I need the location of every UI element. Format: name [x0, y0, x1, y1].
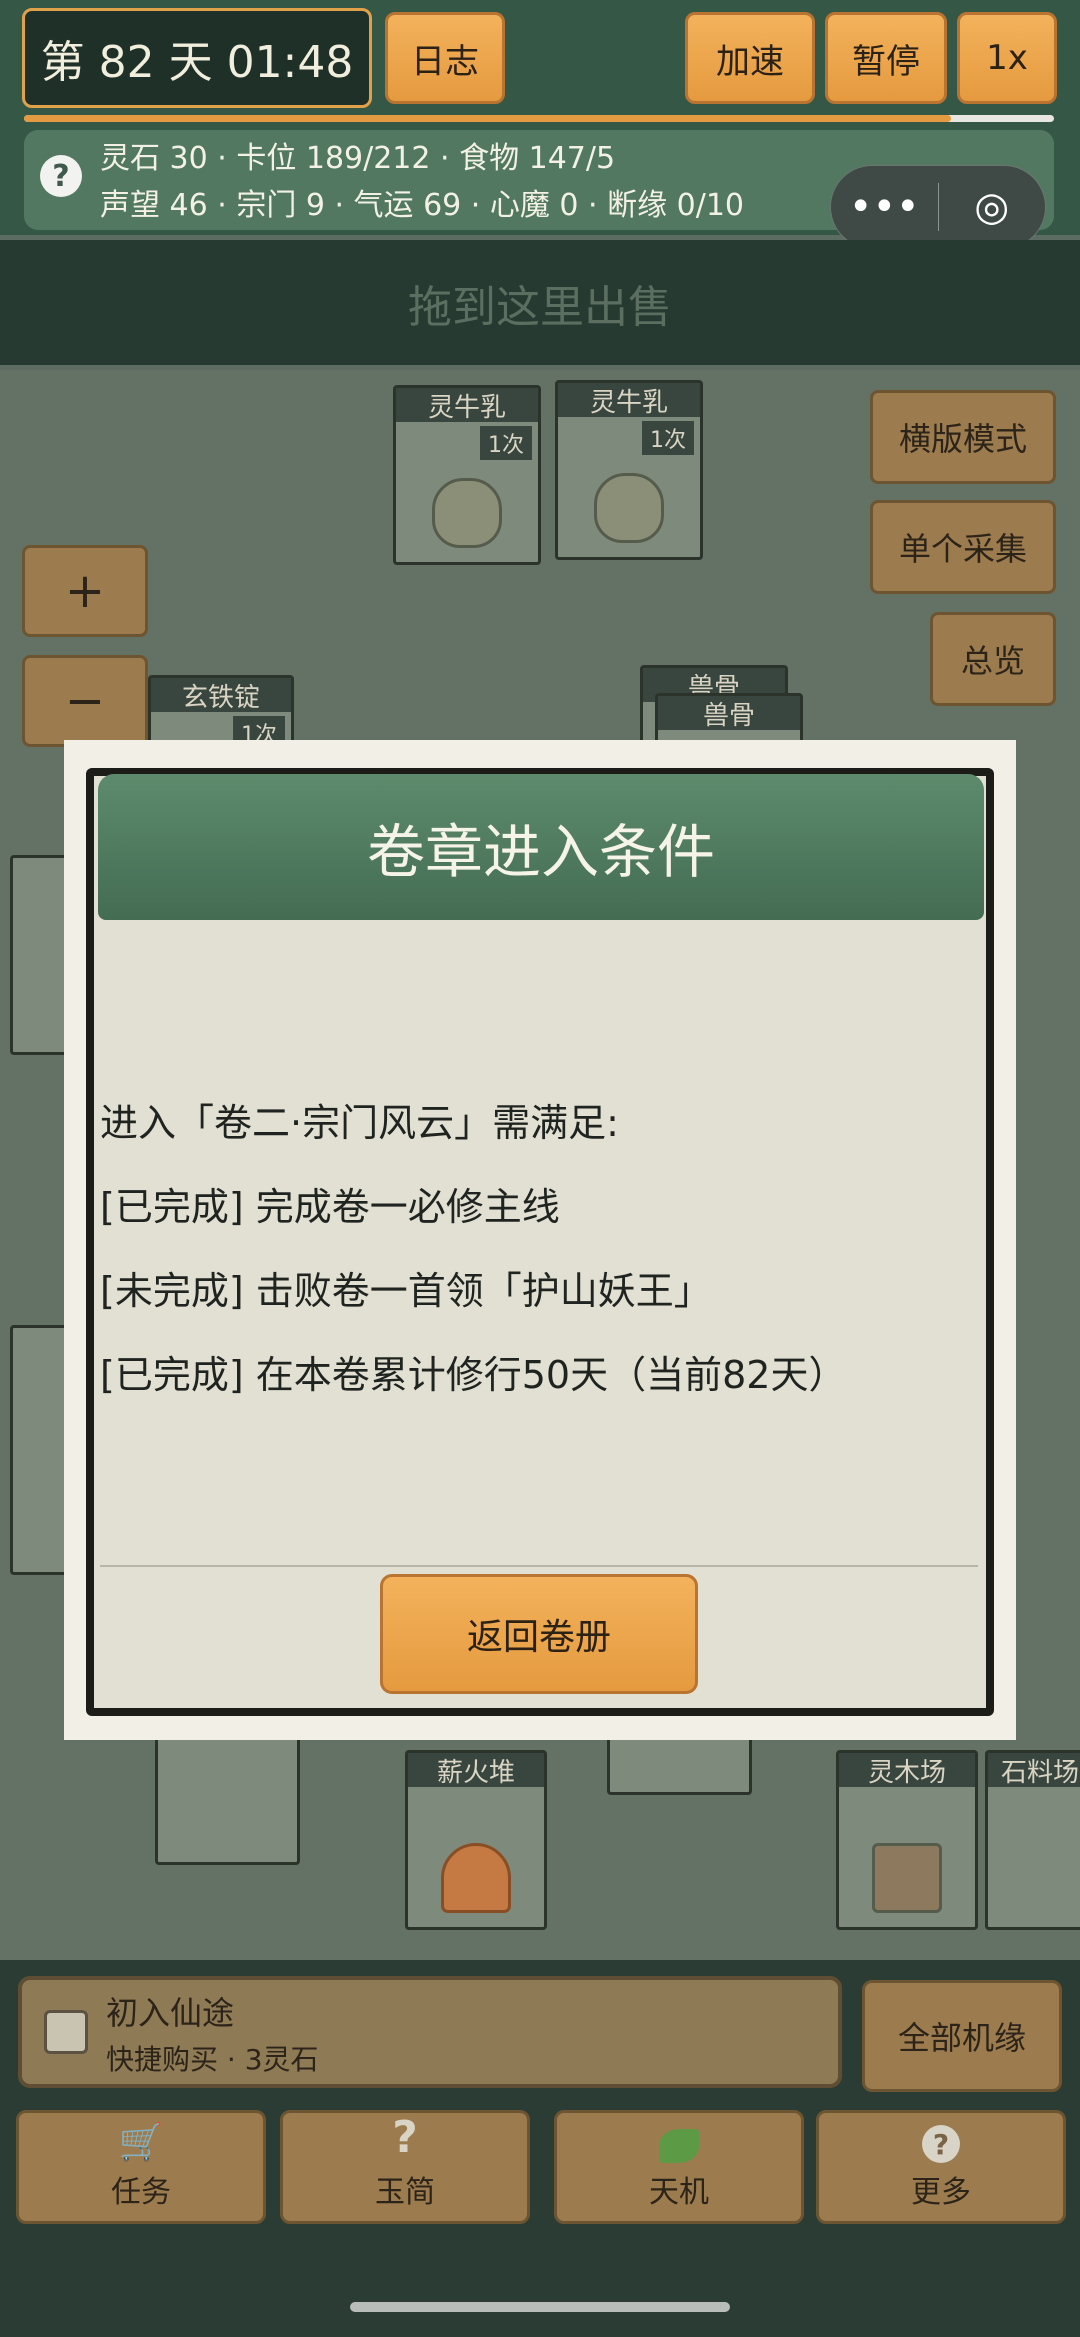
card-milk-1[interactable]: 灵牛乳 1次 — [393, 385, 541, 565]
tab-label: 玉简 — [375, 2175, 435, 2210]
card-stone-field[interactable]: 石料场 — [985, 1750, 1080, 1930]
dialog-intro: 进入「卷二·宗门风云」需满足: — [100, 1101, 619, 1145]
bonfire-icon — [441, 1843, 511, 1913]
chapter-panel[interactable]: 初入仙途 快捷购买 · 3灵石 — [18, 1976, 842, 2088]
question-icon: ? — [392, 2112, 418, 2163]
landscape-mode-button[interactable]: 横版模式 — [870, 390, 1056, 484]
card-title: 灵牛乳 — [396, 388, 538, 423]
zoom-in-button[interactable]: + — [22, 545, 148, 637]
miniprogram-capsule: ••• ◎ — [830, 165, 1046, 249]
card-milk-2[interactable]: 灵牛乳 1次 — [555, 380, 703, 560]
milk-jug-icon — [594, 473, 664, 543]
card-bonfire[interactable]: 薪火堆 — [405, 1750, 547, 1930]
tab-heavenly-secret[interactable]: 天机 — [554, 2110, 804, 2224]
dialog-title: 卷章进入条件 — [98, 774, 984, 920]
dialog-divider — [100, 1565, 978, 1567]
speedup-button[interactable]: 加速 — [685, 12, 815, 104]
log-button[interactable]: 日志 — [385, 12, 505, 104]
help-icon: ? — [922, 2125, 960, 2163]
tab-label: 天机 — [649, 2175, 709, 2210]
sell-drop-zone[interactable]: 拖到这里出售 — [0, 240, 1080, 365]
leaf-icon — [659, 2129, 699, 2163]
more-menu-icon[interactable]: ••• — [831, 165, 938, 249]
milk-jug-icon — [432, 478, 502, 548]
all-opportunities-button[interactable]: 全部机缘 — [862, 1980, 1062, 2092]
help-icon[interactable]: ? — [40, 155, 82, 197]
close-miniprogram-icon[interactable]: ◎ — [939, 165, 1046, 249]
chapter-title: 初入仙途 — [106, 1994, 235, 2032]
tab-tasks[interactable]: 🛒 任务 — [16, 2110, 266, 2224]
zoom-out-button[interactable]: − — [22, 655, 148, 747]
day-time-display: 第 82 天 01:48 — [22, 8, 372, 108]
condition-item: [未完成] 击败卷一首领「护山妖王」 — [100, 1269, 712, 1313]
day-progress-fill — [24, 115, 951, 122]
stats-line-sect: 声望 46 · 宗门 9 · 气运 69 · 心魔 0 · 断缘 0/10 — [100, 188, 745, 223]
game-screen: 第 82 天 01:48 日志 加速 暂停 1x ? 灵石 30 · 卡位 18… — [0, 0, 1080, 2337]
tab-more[interactable]: ? 更多 — [816, 2110, 1066, 2224]
card-title: 薪火堆 — [408, 1753, 544, 1788]
card-spirit-wood-field[interactable]: 灵木场 — [836, 1750, 978, 1930]
stats-line-resources: 灵石 30 · 卡位 189/212 · 食物 147/5 — [100, 141, 616, 176]
condition-item: [已完成] 完成卷一必修主线 — [100, 1185, 560, 1229]
card-title: 兽骨 — [658, 696, 800, 731]
card-title: 灵木场 — [839, 1753, 975, 1788]
treasure-chest-icon — [44, 2010, 88, 2054]
return-to-volumes-button[interactable]: 返回卷册 — [380, 1574, 698, 1694]
single-collect-button[interactable]: 单个采集 — [870, 500, 1056, 594]
card-uses-badge: 1次 — [480, 426, 532, 460]
speed-multiplier-button[interactable]: 1x — [957, 12, 1057, 104]
lumber-icon — [872, 1843, 942, 1913]
card-uses-badge: 1次 — [642, 421, 694, 455]
card-title: 灵牛乳 — [558, 383, 700, 418]
card-title: 石料场 — [988, 1753, 1080, 1788]
card-title: 玄铁锭 — [151, 678, 291, 713]
tab-label: 更多 — [911, 2175, 971, 2210]
tab-jade-slip[interactable]: ? 玉简 — [280, 2110, 530, 2224]
overview-button[interactable]: 总览 — [930, 612, 1056, 706]
quick-buy-info: 快捷购买 · 3灵石 — [106, 2043, 319, 2076]
tab-label: 任务 — [111, 2175, 171, 2210]
home-indicator[interactable] — [350, 2302, 730, 2312]
condition-item: [已完成] 在本卷累计修行50天（当前82天） — [100, 1353, 847, 1397]
pause-button[interactable]: 暂停 — [825, 12, 947, 104]
card-hut[interactable] — [155, 1720, 300, 1865]
cart-icon: 🛒 — [118, 2122, 164, 2163]
